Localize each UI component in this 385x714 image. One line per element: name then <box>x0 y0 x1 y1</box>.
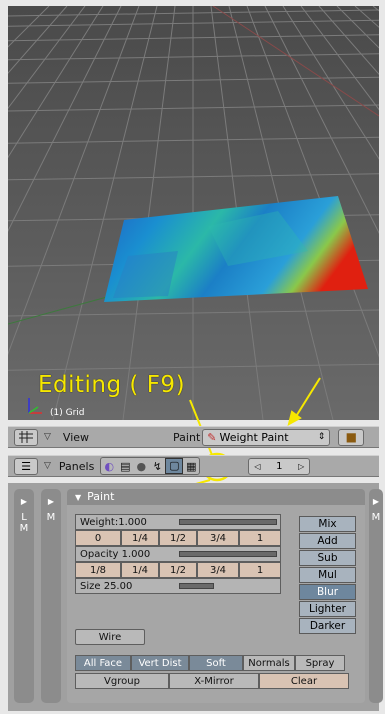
context-tabs: ◐ ▤ ● ↯ ▢ ▦ <box>100 457 201 475</box>
script-tab-icon[interactable]: ▤ <box>117 460 133 473</box>
expand-arrow-icon-3: ▶ <box>372 497 380 506</box>
side-strip-middle-label: M <box>46 512 56 523</box>
buttons-header: ☰ ▽ Panels ◐ ▤ ● ↯ ▢ ▦ ◁ 1 ▷ <box>8 455 379 477</box>
shading-button[interactable]: ■ <box>338 428 365 446</box>
buttons-editor-type[interactable]: ☰ <box>14 457 38 475</box>
editor-type-button[interactable] <box>14 428 38 446</box>
shading-tab-icon[interactable]: ● <box>133 460 149 473</box>
object-tab-icon[interactable]: ↯ <box>149 460 165 473</box>
weight-preset-4[interactable]: 1 <box>239 530 281 546</box>
toggle-all-face[interactable]: All Face <box>75 655 131 671</box>
blend-add-button[interactable]: Add <box>299 533 356 549</box>
scene-tab-icon[interactable]: ▦ <box>183 460 199 473</box>
brush-icon: ✎ <box>207 430 217 444</box>
opacity-preset-3[interactable]: 3/4 <box>197 562 239 578</box>
paint-panel-header[interactable]: ▼ Paint <box>67 489 365 505</box>
opacity-preset-2[interactable]: 1/2 <box>159 562 197 578</box>
opacity-preset-4[interactable]: 1 <box>239 562 281 578</box>
expand-arrow-icon: ▶ <box>20 497 28 506</box>
weight-presets: 0 1/4 1/2 3/4 1 <box>75 530 281 546</box>
frame-counter-value: 1 <box>276 460 283 472</box>
paint-bottom-row: Vgroup X-Mirror Clear <box>75 673 349 689</box>
toggle-vert-dist[interactable]: Vert Dist <box>131 655 189 671</box>
weight-preset-3[interactable]: 3/4 <box>197 530 239 546</box>
panel-icon: ☰ <box>21 459 31 473</box>
expand-arrow-icon-2: ▶ <box>47 497 55 506</box>
size-slider-bar <box>179 583 214 589</box>
panels-label: Panels <box>58 459 95 473</box>
cube-icon: ■ <box>345 430 357 444</box>
side-strip-left[interactable]: ▶ L M <box>14 489 34 703</box>
paint-option-toggles: All Face Vert Dist Soft Normals Spray <box>75 655 345 671</box>
paint-panel-title: Paint <box>87 490 115 503</box>
toggle-normals[interactable]: Normals <box>243 655 295 671</box>
opacity-preset-0[interactable]: 1/8 <box>75 562 121 578</box>
weight-preset-0[interactable]: 0 <box>75 530 121 546</box>
blend-darker-button[interactable]: Darker <box>299 618 356 634</box>
blend-lighter-button[interactable]: Lighter <box>299 601 356 617</box>
collapse-triangle-icon-2[interactable]: ▽ <box>44 461 51 471</box>
opacity-slider-bar <box>179 551 277 557</box>
toggle-spray[interactable]: Spray <box>295 655 345 671</box>
view-menu[interactable]: View <box>63 431 89 444</box>
weight-preset-2[interactable]: 1/2 <box>159 530 197 546</box>
mode-select-value: Weight Paint <box>219 430 289 444</box>
grid-icon <box>19 431 33 443</box>
weight-preset-1[interactable]: 1/4 <box>121 530 159 546</box>
chevron-updown-icon: ⇕ <box>317 432 326 442</box>
opacity-slider-label: Opacity 1.000 <box>80 548 151 560</box>
blend-sub-button[interactable]: Sub <box>299 550 356 566</box>
chevron-right-icon[interactable]: ▷ <box>298 462 304 471</box>
opacity-presets: 1/8 1/4 1/2 3/4 1 <box>75 562 281 578</box>
wire-toggle[interactable]: Wire <box>75 629 145 645</box>
x-mirror-button[interactable]: X-Mirror <box>169 673 259 689</box>
blend-mul-button[interactable]: Mul <box>299 567 356 583</box>
collapse-arrow-icon: ▼ <box>75 493 82 502</box>
weight-slider-bar <box>179 519 277 525</box>
size-slider[interactable]: Size 25.00 <box>75 578 281 594</box>
side-strip-right[interactable]: ▶ M <box>369 489 383 703</box>
side-strip-right-label: M <box>371 512 381 523</box>
opacity-preset-1[interactable]: 1/4 <box>121 562 159 578</box>
vgroup-button[interactable]: Vgroup <box>75 673 169 689</box>
mode-select[interactable]: ✎ Weight Paint ⇕ <box>202 428 331 446</box>
chevron-left-icon[interactable]: ◁ <box>254 462 260 471</box>
weight-slider-label: Weight:1.000 <box>80 516 147 528</box>
toggle-soft[interactable]: Soft <box>189 655 243 671</box>
clear-button[interactable]: Clear <box>259 673 349 689</box>
size-slider-label: Size 25.00 <box>80 580 133 592</box>
side-strip-left-label: L M <box>19 512 29 534</box>
buttons-window: ▶ L M ▶ M ▶ M ▼ Paint Weight:1.000 0 1/4 1/… <box>8 483 383 711</box>
collapse-triangle-icon[interactable]: ▽ <box>44 432 51 442</box>
side-strip-middle[interactable]: ▶ M <box>41 489 61 703</box>
paint-panel: Weight:1.000 0 1/4 1/2 3/4 1 Opacity 1.000 1… <box>67 505 365 703</box>
wire-toggle-label: Wire <box>98 631 122 643</box>
blend-blur-button[interactable]: Blur <box>299 584 356 600</box>
mode-label: Paint <box>173 430 201 444</box>
editing-tab-icon[interactable]: ▢ <box>165 458 184 474</box>
logic-tab-icon[interactable]: ◐ <box>101 460 117 473</box>
blend-mix-button[interactable]: Mix <box>299 516 356 532</box>
view3d-header: ▽ View Paint ✎ Weight Paint ⇕ ■ <box>8 426 379 448</box>
frame-counter[interactable]: ◁ 1 ▷ <box>248 457 311 475</box>
